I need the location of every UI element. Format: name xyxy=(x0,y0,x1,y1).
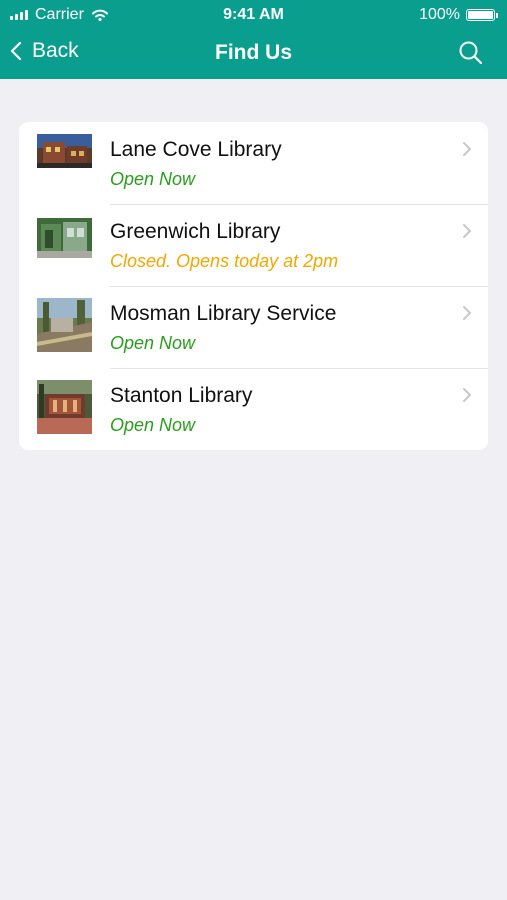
library-status: Open Now xyxy=(110,415,196,435)
chevron-right-icon xyxy=(463,224,471,238)
chevron-right-icon xyxy=(463,306,471,320)
library-list: Lane Cove Library Open Now Greenwich Lib… xyxy=(19,122,488,450)
back-button[interactable]: Back xyxy=(10,39,79,63)
library-photo-mosman xyxy=(37,298,92,352)
search-button[interactable] xyxy=(457,39,485,67)
header: Carrier 9:41 AM 100% Back Find Us xyxy=(0,0,507,79)
library-row-lane-cove[interactable]: Lane Cove Library Open Now xyxy=(19,122,488,204)
status-bar: Carrier 9:41 AM 100% xyxy=(0,0,507,30)
library-row-greenwich[interactable]: Greenwich Library Closed. Opens today at… xyxy=(19,204,488,286)
library-row-stanton[interactable]: Stanton Library Open Now xyxy=(19,368,488,450)
library-status: Open Now xyxy=(110,169,196,189)
library-name: Lane Cove Library xyxy=(110,138,282,161)
library-photo-lane-cove xyxy=(37,134,92,168)
status-right: 100% xyxy=(419,6,498,24)
battery-percent: 100% xyxy=(419,6,460,23)
library-photo-stanton xyxy=(37,380,92,434)
search-icon xyxy=(459,41,483,65)
library-status: Closed. Opens today at 2pm xyxy=(110,251,339,271)
nav-bar: Back Find Us xyxy=(0,30,507,76)
library-row-mosman[interactable]: Mosman Library Service Open Now xyxy=(19,286,488,368)
library-name: Stanton Library xyxy=(110,384,253,407)
back-label: Back xyxy=(32,39,79,62)
chevron-right-icon xyxy=(463,388,471,402)
library-name: Mosman Library Service xyxy=(110,302,337,325)
chevron-right-icon xyxy=(463,142,471,156)
library-name: Greenwich Library xyxy=(110,220,281,243)
library-photo-greenwich xyxy=(37,218,92,258)
battery-icon xyxy=(466,9,498,21)
chevron-left-icon xyxy=(10,41,22,61)
library-status: Open Now xyxy=(110,333,196,353)
